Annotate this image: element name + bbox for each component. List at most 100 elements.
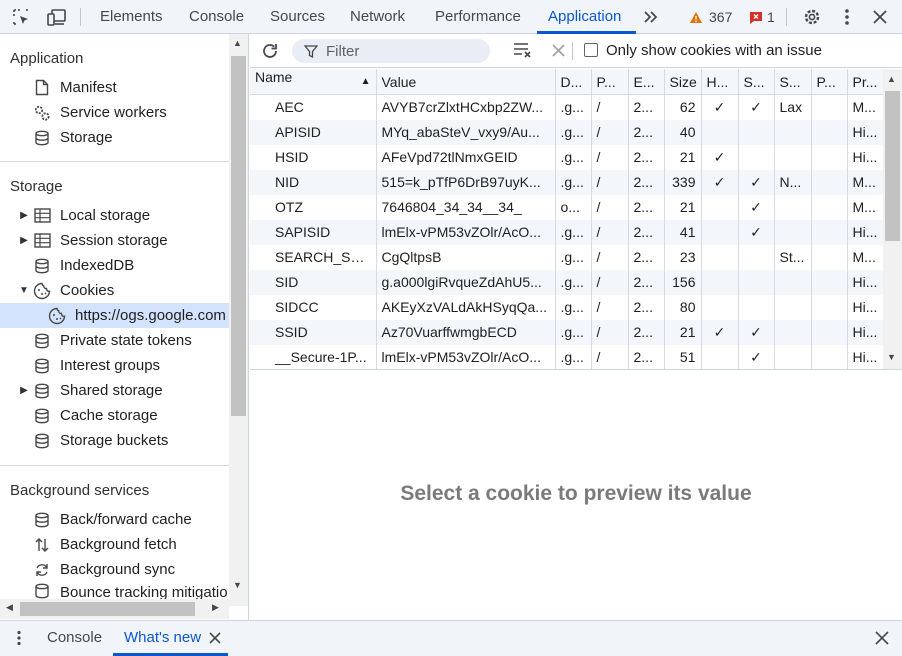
sidebar-item-session-storage[interactable]: ▶ Session storage (0, 228, 229, 253)
warnings-badge[interactable]: 367 (689, 0, 732, 34)
cell-samesite (774, 119, 812, 145)
sidebar-item-bounce-tracking[interactable]: Bounce tracking mitigatio (0, 582, 229, 600)
scroll-up-icon[interactable]: ▲ (233, 38, 242, 48)
filter-input[interactable] (326, 42, 481, 60)
sidebar-item-label: Manifest (60, 79, 117, 96)
cell-size: 62 (664, 94, 702, 120)
sidebar-item-back-forward-cache[interactable]: Back/forward cache (0, 507, 229, 532)
sidebar-scroll-thumb[interactable] (231, 56, 246, 416)
col-header-partition-key[interactable]: P... (811, 69, 848, 95)
cell-priority: Hi... (847, 119, 884, 145)
sidebar-item-cookies[interactable]: ▼ Cookies (0, 278, 229, 303)
table-row[interactable]: SAPISID lmElx-vPM53vZOlr/AcO... .g.../2...… (250, 219, 884, 245)
sidebar-item-local-storage[interactable]: ▶ Local storage (0, 203, 229, 228)
cell-partition-key (811, 94, 848, 120)
table-row[interactable]: SEARCH_SA... CgQltpsB .g.../2... 23 St... M..… (250, 244, 884, 270)
tab-application[interactable]: Application (548, 0, 621, 34)
error-icon (749, 11, 763, 24)
sidebar-item-background-fetch[interactable]: Background fetch (0, 532, 229, 557)
clear-filtered-icon[interactable] (513, 41, 533, 62)
filter-field[interactable] (292, 39, 490, 63)
drawer-tab-console[interactable]: Console (47, 621, 102, 655)
cell-expires: 2... (628, 244, 665, 270)
col-header-name[interactable]: Name ▲ (250, 69, 377, 95)
drawer-tab-whats-new[interactable]: What's new (124, 621, 201, 655)
table-scroll-thumb[interactable] (885, 91, 900, 241)
more-tabs-icon[interactable] (640, 0, 662, 34)
col-header-samesite[interactable]: S... (774, 69, 812, 95)
close-drawer-icon[interactable] (875, 631, 889, 648)
device-toggle-icon[interactable] (43, 0, 71, 34)
table-row[interactable]: OTZ 7646804_34_34__34_ o.../2... 21 ✓ M... (250, 194, 884, 220)
cell-partition-key (811, 269, 848, 295)
collapse-arrow-icon[interactable]: ▼ (19, 285, 29, 297)
cell-httponly (701, 344, 739, 369)
tab-network[interactable]: Network (350, 0, 405, 34)
sidebar-item-storage-buckets[interactable]: Storage buckets (0, 428, 229, 453)
col-header-priority[interactable]: Pr... (847, 69, 884, 95)
col-header-secure[interactable]: S... (738, 69, 775, 95)
tab-console[interactable]: Console (189, 0, 244, 34)
tab-performance[interactable]: Performance (435, 0, 521, 34)
expand-arrow-icon[interactable]: ▶ (19, 235, 29, 247)
tab-sources[interactable]: Sources (270, 0, 325, 34)
cell-priority: Hi... (847, 219, 884, 245)
sidebar-item-background-sync[interactable]: Background sync (0, 557, 229, 582)
col-header-expires[interactable]: E... (628, 69, 665, 95)
database-icon (33, 582, 51, 600)
table-row[interactable]: SSID Az70VuarffwmgbECD .g.../2... 21 ✓ ✓ Hi... (250, 319, 884, 345)
expand-arrow-icon[interactable]: ▶ (19, 210, 29, 222)
col-header-size[interactable]: Size (664, 69, 702, 95)
scroll-down-icon[interactable]: ▼ (233, 580, 242, 590)
col-header-httponly[interactable]: H... (701, 69, 739, 95)
scroll-up-icon[interactable]: ▲ (887, 74, 896, 84)
sidebar-item-indexeddb[interactable]: IndexedDB (0, 253, 229, 278)
kebab-menu-icon[interactable] (836, 0, 858, 34)
inspect-icon[interactable] (8, 0, 34, 34)
sidebar-item-service-workers[interactable]: Service workers (0, 100, 229, 125)
table-row[interactable]: __Secure-1P... lmElx-vPM53vZOlr/AcO... .g.… (250, 344, 884, 369)
col-header-value[interactable]: Value (376, 69, 556, 95)
errors-count: 1 (767, 9, 775, 25)
tab-elements[interactable]: Elements (100, 0, 163, 34)
cell-priority: Hi... (847, 319, 884, 345)
cell-name: SIDCC (250, 294, 377, 320)
cell-secure: ✓ (738, 194, 775, 220)
cell-expires: 2... (628, 219, 665, 245)
table-row[interactable]: AEC AVYB7crZlxtHCxbp2ZW... .g.../2... 62 ✓ ✓ L… (250, 94, 884, 120)
delete-selected-icon[interactable] (552, 44, 565, 60)
col-header-path[interactable]: P... (591, 69, 629, 95)
sidebar-item-storage[interactable]: Storage (0, 125, 229, 150)
table-row[interactable]: APISID MYq_abaSteV_vxy9/Au... .g.../2... 40… (250, 119, 884, 145)
sidebar-item-cookie-origin[interactable]: https://ogs.google.com (0, 303, 229, 328)
sidebar-item-shared-storage[interactable]: ▶ Shared storage (0, 378, 229, 403)
warnings-count: 367 (709, 9, 733, 25)
cell-samesite: St... (774, 244, 812, 270)
cell-httponly (701, 269, 739, 295)
close-icon[interactable] (869, 0, 891, 34)
gear-icon[interactable] (800, 0, 824, 34)
refresh-icon[interactable] (260, 41, 280, 64)
sidebar-item-interest-groups[interactable]: Interest groups (0, 353, 229, 378)
sidebar-item-manifest[interactable]: Manifest (0, 75, 229, 100)
drawer-menu-icon[interactable] (16, 630, 22, 649)
cell-domain: .g... (555, 94, 592, 120)
cell-domain: .g... (555, 344, 592, 369)
table-icon (33, 207, 51, 225)
scroll-down-icon[interactable]: ▼ (887, 352, 896, 362)
errors-badge[interactable]: 1 (749, 0, 775, 34)
table-row[interactable]: SIDCC AKEyXzVALdAkHSyqQa... .g.../2... 80 Hi… (250, 294, 884, 320)
close-tab-icon[interactable] (209, 631, 221, 647)
sidebar-item-cache-storage[interactable]: Cache storage (0, 403, 229, 428)
table-row[interactable]: HSID AFeVpd72tlNmxGEID .g.../2... 21 ✓ Hi... (250, 144, 884, 170)
sidebar-item-private-state-tokens[interactable]: Private state tokens (0, 328, 229, 353)
table-row[interactable]: NID 515=k_pTfP6DrB97uyK... .g.../2... 339 ✓ ✓… (250, 169, 884, 195)
scroll-left-icon[interactable]: ◀ (6, 602, 13, 613)
expand-arrow-icon[interactable]: ▶ (19, 385, 29, 397)
table-row[interactable]: SID g.a000lgiRvqueZdAhU5... .g.../2... 156 H… (250, 269, 884, 295)
cell-name: SID (250, 269, 377, 295)
sidebar-hscroll-thumb[interactable] (20, 602, 195, 616)
only-issues-checkbox[interactable] (584, 43, 598, 57)
scroll-right-icon[interactable]: ▶ (212, 602, 219, 613)
col-header-domain[interactable]: D... (555, 69, 592, 95)
